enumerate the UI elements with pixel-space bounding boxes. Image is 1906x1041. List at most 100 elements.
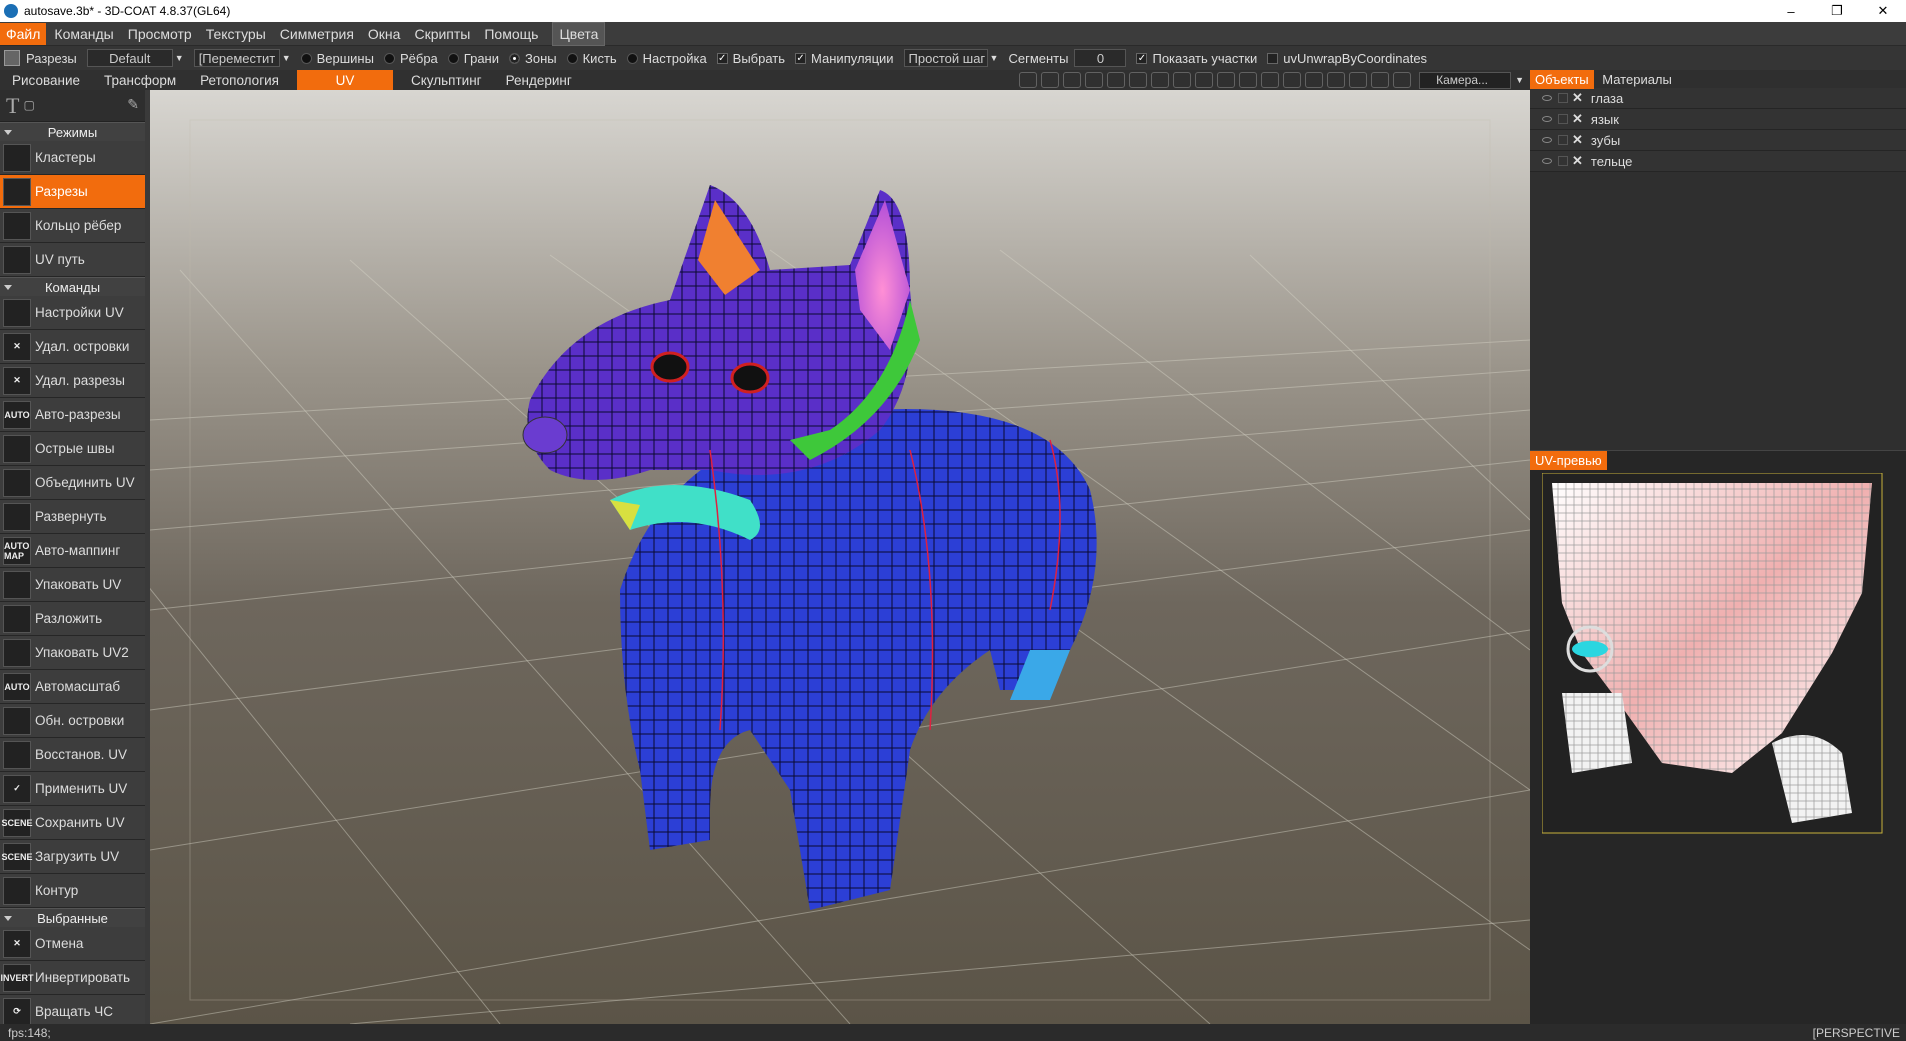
eye-icon[interactable] <box>1542 116 1552 122</box>
tab-materials[interactable]: Материалы <box>1597 70 1677 89</box>
command-button-14[interactable]: ✓ Применить UV <box>0 772 145 806</box>
pen-icon[interactable]: ✎ <box>127 97 139 114</box>
close-icon[interactable]: ✕ <box>1572 90 1583 106</box>
zoom-icon[interactable] <box>1195 72 1214 88</box>
edges-radio[interactable]: Рёбра <box>383 51 438 66</box>
command-button-11[interactable]: AUTO Автомасштаб <box>0 670 145 704</box>
segments-input[interactable]: 0 <box>1074 49 1127 67</box>
menu-textures[interactable]: Текстуры <box>200 23 272 45</box>
object-row[interactable]: ✕ тельце <box>1530 151 1906 172</box>
grid-icon[interactable] <box>1327 72 1346 88</box>
tab-render[interactable]: Рендеринг <box>494 70 584 90</box>
lock-icon[interactable] <box>1558 93 1568 103</box>
menu-scripts[interactable]: Скрипты <box>408 23 476 45</box>
uv-unwrap-checkbox[interactable]: uvUnwrapByCoordinates <box>1267 51 1427 66</box>
command-button-8[interactable]: Упаковать UV <box>0 568 145 602</box>
chevron-down-icon[interactable]: ▼ <box>990 53 999 63</box>
no-icon[interactable] <box>1283 72 1302 88</box>
text-icon[interactable]: T <box>6 93 19 119</box>
restore-button[interactable]: ❐ <box>1814 0 1860 22</box>
chevron-down-icon[interactable]: ▼ <box>175 53 184 63</box>
close-icon[interactable]: ✕ <box>1572 132 1583 148</box>
uv-preview-canvas[interactable] <box>1542 473 1906 843</box>
tab-objects[interactable]: Объекты <box>1530 70 1594 89</box>
minimize-button[interactable]: – <box>1768 0 1814 22</box>
fit-all-icon[interactable] <box>1239 72 1258 88</box>
zones-radio[interactable]: Зоны <box>509 51 557 66</box>
brush-radio[interactable]: Кисть <box>566 51 617 66</box>
menu-file[interactable]: Файл <box>0 22 47 45</box>
mode-button-2[interactable]: Кольцо рёбер <box>0 209 145 243</box>
lock-icon[interactable] <box>1558 156 1568 166</box>
object-row[interactable]: ✕ язык <box>1530 109 1906 130</box>
chevron-down-icon[interactable]: ▼ <box>282 53 291 63</box>
eye-icon[interactable] <box>1542 137 1552 143</box>
drop-icon[interactable] <box>1107 72 1126 88</box>
camera-dropdown[interactable]: Камера... <box>1419 71 1512 89</box>
eye-icon[interactable] <box>1542 95 1552 101</box>
menu-commands[interactable]: Команды <box>48 23 119 45</box>
selected-button-1[interactable]: INVERT Инвертировать <box>0 961 145 995</box>
rotate-icon[interactable] <box>1151 72 1170 88</box>
layout-icon[interactable] <box>1393 72 1412 88</box>
tab-sculpt[interactable]: Скульптинг <box>399 70 494 90</box>
tab-paint[interactable]: Рисование <box>0 70 92 90</box>
light-icon[interactable] <box>1041 72 1060 88</box>
vertices-radio[interactable]: Вершины <box>300 51 374 66</box>
move-dropdown[interactable]: [Переместит <box>193 49 280 67</box>
close-icon[interactable]: ✕ <box>1572 153 1583 169</box>
tab-uv[interactable]: UV <box>296 70 393 90</box>
command-button-10[interactable]: Упаковать UV2 <box>0 636 145 670</box>
shading-icon[interactable] <box>1019 72 1038 88</box>
transform-icon[interactable]: ▢ <box>23 98 34 113</box>
axis-icon[interactable] <box>1349 72 1368 88</box>
command-button-16[interactable]: SCENE Загрузить UV <box>0 840 145 874</box>
show-islands-checkbox[interactable]: ✓ Показать участки <box>1136 51 1257 66</box>
command-button-6[interactable]: Развернуть <box>0 500 145 534</box>
command-button-7[interactable]: AUTO MAP Авто-маппинг <box>0 534 145 568</box>
lock-icon[interactable] <box>1558 114 1568 124</box>
command-button-12[interactable]: Обн. островки <box>0 704 145 738</box>
menu-view[interactable]: Просмотр <box>122 23 198 45</box>
command-button-4[interactable]: Острые швы <box>0 432 145 466</box>
menu-windows[interactable]: Окна <box>362 23 407 45</box>
mode-button-1[interactable]: Разрезы <box>0 175 145 209</box>
preset-dropdown[interactable]: Default <box>86 49 173 67</box>
select-checkbox[interactable]: ✓ Выбрать <box>716 51 785 66</box>
command-button-15[interactable]: SCENE Сохранить UV <box>0 806 145 840</box>
eye-icon[interactable] <box>1542 158 1552 164</box>
pick-icon[interactable] <box>1085 72 1104 88</box>
background-icon[interactable] <box>1063 72 1082 88</box>
command-button-1[interactable]: ✕ Удал. островки <box>0 330 145 364</box>
close-icon[interactable]: ✕ <box>1572 111 1583 127</box>
modes-header[interactable]: Режимы <box>0 122 145 141</box>
move-icon[interactable] <box>1173 72 1192 88</box>
command-button-9[interactable]: Разложить <box>0 602 145 636</box>
selected-button-0[interactable]: ✕ Отмена <box>0 927 145 961</box>
object-row[interactable]: ✕ зубы <box>1530 130 1906 151</box>
close-button[interactable]: ✕ <box>1860 0 1906 22</box>
settings-radio[interactable]: Настройка <box>626 51 707 66</box>
command-button-13[interactable]: Восстанов. UV <box>0 738 145 772</box>
chevron-down-icon[interactable]: ▼ <box>1515 75 1524 85</box>
step-dropdown[interactable]: Простой шаг <box>903 49 988 67</box>
selected-header[interactable]: Выбранные <box>0 908 145 927</box>
3d-viewport[interactable] <box>150 90 1530 1024</box>
cube-icon[interactable] <box>1305 72 1324 88</box>
mode-button-3[interactable]: UV путь <box>0 243 145 277</box>
faces-radio[interactable]: Грани <box>447 51 499 66</box>
pan-icon[interactable] <box>1129 72 1148 88</box>
fit-selected-icon[interactable] <box>1261 72 1280 88</box>
menu-symmetry[interactable]: Симметрия <box>274 23 360 45</box>
fullscreen-icon[interactable] <box>1371 72 1390 88</box>
command-button-3[interactable]: AUTO Авто-разрезы <box>0 398 145 432</box>
manipulators-checkbox[interactable]: ✓ Манипуляции <box>795 51 894 66</box>
menu-colors[interactable]: Цвета <box>552 21 606 46</box>
tab-transform[interactable]: Трансформ <box>92 70 188 90</box>
commands-header[interactable]: Команды <box>0 277 145 296</box>
command-button-17[interactable]: Контур <box>0 874 145 908</box>
play-icon[interactable] <box>1217 72 1236 88</box>
command-button-5[interactable]: Объединить UV <box>0 466 145 500</box>
lock-icon[interactable] <box>1558 135 1568 145</box>
menu-help[interactable]: Помощь <box>478 23 544 45</box>
